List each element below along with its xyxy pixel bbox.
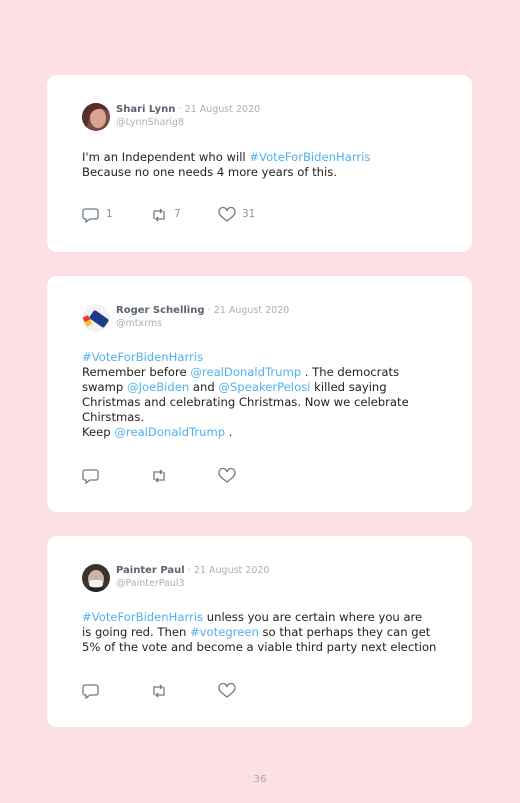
tweet-actions xyxy=(82,468,382,484)
tweet-text: #VoteForBidenHarris Remember before @rea… xyxy=(82,350,442,440)
hashtag-link[interactable]: #votegreen xyxy=(190,625,259,639)
text-span: Keep xyxy=(82,425,115,439)
retweet-icon xyxy=(153,684,165,698)
text-span: . xyxy=(225,425,233,439)
text-span: and xyxy=(189,380,219,394)
author-name[interactable]: Shari Lynn xyxy=(116,104,175,115)
reply-icon xyxy=(82,684,99,699)
tweet-actions: 1 7 31 xyxy=(82,207,382,223)
tweet-text: I'm an Independent who will #VoteForBide… xyxy=(82,150,442,180)
reply-icon xyxy=(82,208,99,223)
text-span: Remember before xyxy=(82,365,191,379)
retweet-count: 7 xyxy=(174,208,181,220)
author-line: Shari Lynn · 21 August 2020 xyxy=(116,104,260,116)
text-span: so that perhaps they can get xyxy=(258,625,431,639)
mention-link[interactable]: @JoeBiden xyxy=(127,380,189,394)
text-line: Chirstmas. xyxy=(82,410,145,424)
avatar[interactable] xyxy=(82,304,110,332)
avatar[interactable] xyxy=(82,103,110,131)
text-line: Christmas and celebrating Christmas. Now… xyxy=(82,395,409,409)
retweet-icon xyxy=(153,469,165,483)
text-span: killed saying xyxy=(310,380,387,394)
page-number: 36 xyxy=(253,774,267,785)
text-span: swamp xyxy=(82,380,127,394)
author-line: Roger Schelling · 21 August 2020 xyxy=(116,305,289,317)
tweet-date: · 21 August 2020 xyxy=(178,104,261,115)
text-span: is going red. Then xyxy=(82,625,190,639)
mention-link[interactable]: @SpeakerPelosi xyxy=(218,380,310,394)
text-span: I'm an Independent who will xyxy=(82,150,250,164)
tweet-text: #VoteForBidenHarris unless you are certa… xyxy=(82,610,442,655)
hashtag-link[interactable]: #VoteForBidenHarris xyxy=(82,610,203,624)
like-icon xyxy=(218,207,236,222)
tweet-card-1: Shari Lynn · 21 August 2020 @LynnSharig8… xyxy=(47,75,472,252)
like-count: 31 xyxy=(242,208,256,220)
author-handle[interactable]: @LynnSharig8 xyxy=(116,117,184,129)
reply-icon xyxy=(82,469,99,484)
author-line: Painter Paul · 21 August 2020 xyxy=(116,565,269,577)
like-icon xyxy=(218,468,236,483)
mention-link[interactable]: @realDonaldTrump xyxy=(190,365,301,379)
tweet-date: · 21 August 2020 xyxy=(187,565,270,576)
tweet-actions xyxy=(82,683,382,699)
text-line: Because no one needs 4 more years of thi… xyxy=(82,165,337,179)
tweet-card-2: Roger Schelling · 21 August 2020 @mtxrms… xyxy=(47,276,472,512)
tweet-date: · 21 August 2020 xyxy=(207,305,290,316)
retweet-icon xyxy=(153,208,165,222)
mention-link[interactable]: @realDonaldTrump xyxy=(114,425,225,439)
reply-count: 1 xyxy=(106,208,113,220)
text-span: . The democrats xyxy=(301,365,400,379)
like-icon xyxy=(218,683,236,698)
hashtag-link[interactable]: #VoteForBidenHarris xyxy=(82,350,442,365)
author-handle[interactable]: @mtxrms xyxy=(116,318,162,330)
avatar[interactable] xyxy=(82,564,110,592)
author-name[interactable]: Roger Schelling xyxy=(116,305,205,316)
hashtag-link[interactable]: #VoteForBidenHarris xyxy=(249,150,370,164)
tweet-card-3: Painter Paul · 21 August 2020 @PainterPa… xyxy=(47,536,472,727)
author-name[interactable]: Painter Paul xyxy=(116,565,185,576)
text-span: unless you are certain where you are xyxy=(203,610,423,624)
text-line: 5% of the vote and become a viable third… xyxy=(82,640,437,654)
author-handle[interactable]: @PainterPaul3 xyxy=(116,578,185,590)
